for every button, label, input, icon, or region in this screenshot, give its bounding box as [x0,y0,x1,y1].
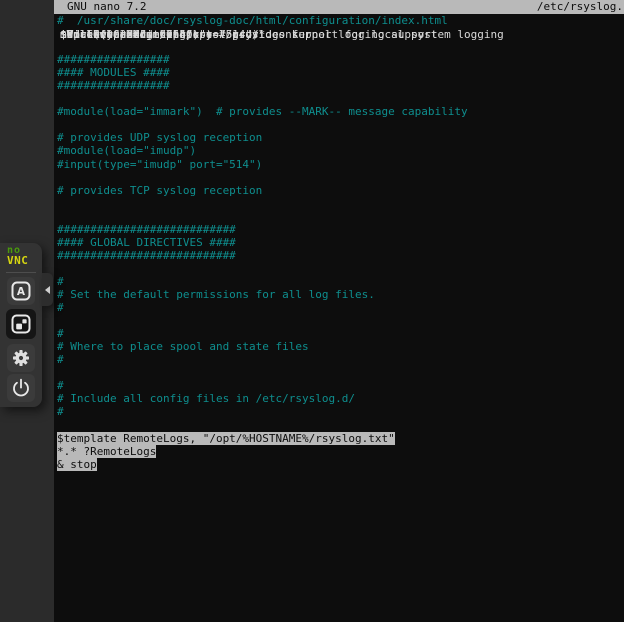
vnc-toolbar: no VNC A [0,243,42,407]
settings-button[interactable] [7,344,35,372]
editor-line: # [57,379,624,392]
editor-line [57,118,624,131]
editor-line: # [57,275,624,288]
editor-line: # Set the default permissions for all lo… [57,288,624,301]
editor-line: # provides TCP syslog reception [57,184,624,197]
editor-line [57,171,624,184]
editor-line [57,40,624,53]
a-key-icon: A [9,279,33,303]
editor-line: $IncludeConfig /etc/rsyslog.d/*.conf [60,28,624,41]
editor-line: ################# [57,79,624,92]
keyboard-button[interactable]: A [7,277,35,305]
editor-line: ########################### [57,223,624,236]
novnc-logo: no VNC [7,246,28,266]
nano-app-title: GNU nano 7.2 [67,0,146,14]
editor-line: # [57,327,624,340]
editor-line: # [57,405,624,418]
vnc-screen: GNU nano 7.2 /etc/rsyslog. # /usr/share/… [0,0,624,622]
editor-line: # Include all config files in /etc/rsysl… [57,392,624,405]
editor-line: # provides UDP syslog reception [57,131,624,144]
editor-line [57,366,624,379]
fullscreen-button[interactable] [6,309,36,339]
editor-line [57,92,624,105]
collapse-arrow-icon [45,286,50,294]
editor-line: # [57,301,624,314]
svg-text:A: A [17,286,26,298]
editor-line [57,418,624,431]
toolbar-divider [6,272,36,273]
editor-line: *.* ?RemoteLogs [57,445,624,458]
editor-line: $template RemoteLogs, "/opt/%HOSTNAME%/r… [57,432,624,445]
editor-line: # [57,353,624,366]
nano-titlebar: GNU nano 7.2 /etc/rsyslog. [54,0,624,14]
power-button[interactable] [7,374,35,402]
power-icon [9,376,33,400]
editor-line: ################# [57,53,624,66]
terminal-canvas[interactable]: GNU nano 7.2 /etc/rsyslog. # /usr/share/… [54,0,624,622]
novnc-logo-bottom: VNC [7,255,28,266]
editor-line [57,210,624,223]
editor-content: # /usr/share/doc/rsyslog-doc/html/config… [57,14,624,622]
editor-line: & stop [57,458,624,471]
fullscreen-icon [9,312,33,336]
editor-line: ########################### [57,249,624,262]
editor-line: #### GLOBAL DIRECTIVES #### [57,236,624,249]
editor-line [57,197,624,210]
editor-line: #input(type="imudp" port="514") [57,158,624,171]
editor-line: # Where to place spool and state files [57,340,624,353]
editor-line: #module(load="immark") # provides --MARK… [57,105,624,118]
editor-line: #module(load="imudp") [57,144,624,157]
editor-line [57,314,624,327]
nano-file-path: /etc/rsyslog. [537,0,624,14]
editor-line [57,262,624,275]
gear-icon [9,346,33,370]
toolbar-handle[interactable] [42,273,53,306]
editor-line: #### MODULES #### [57,66,624,79]
editor-line: # /usr/share/doc/rsyslog-doc/html/config… [57,14,624,27]
